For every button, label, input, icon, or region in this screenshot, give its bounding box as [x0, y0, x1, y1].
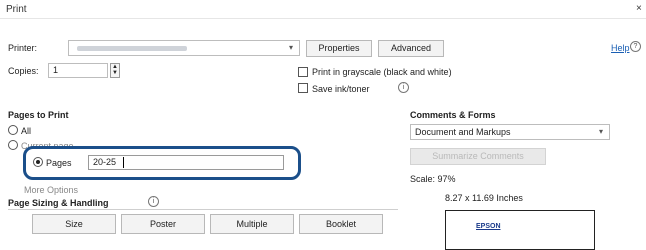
properties-button[interactable]: Properties: [306, 40, 372, 57]
save-ink-label: Save ink/toner: [312, 84, 370, 94]
all-pages-radio[interactable]: [8, 125, 18, 135]
info-icon[interactable]: i: [148, 196, 159, 207]
properties-label: Properties: [318, 43, 360, 53]
copies-input[interactable]: 1: [48, 63, 108, 78]
printer-select[interactable]: ▾: [68, 40, 300, 56]
chevron-down-icon: ▾: [598, 127, 603, 136]
multiple-button[interactable]: Multiple: [210, 214, 294, 234]
comments-forms-value: Document and Markups: [415, 127, 511, 137]
window-title: Print: [6, 4, 27, 15]
pages-input-value: 20-25: [93, 157, 117, 167]
poster-button[interactable]: Poster: [121, 214, 205, 234]
comments-forms-select[interactable]: Document and Markups ▾: [410, 124, 610, 140]
info-icon[interactable]: i: [398, 82, 409, 93]
booklet-button[interactable]: Booklet: [299, 214, 383, 234]
grayscale-label: Print in grayscale (black and white): [312, 67, 452, 77]
text-caret: [123, 157, 124, 168]
comments-forms-heading: Comments & Forms: [410, 110, 496, 120]
title-bar: [0, 0, 646, 19]
copies-stepper[interactable]: ▲ ▼: [110, 63, 120, 78]
pages-label: Pages: [46, 158, 72, 168]
scale-label: Scale: 97%: [410, 174, 456, 184]
more-options-toggle[interactable]: More Options: [24, 185, 78, 195]
chevron-down-icon: ▾: [288, 43, 293, 52]
advanced-button[interactable]: Advanced: [378, 40, 444, 57]
print-preview: EPSON: [445, 210, 595, 250]
grayscale-checkbox[interactable]: [298, 67, 308, 77]
printer-label: Printer:: [8, 43, 38, 53]
help-icon[interactable]: ?: [630, 41, 641, 52]
copies-label: Copies:: [8, 66, 39, 76]
advanced-label: Advanced: [390, 43, 432, 53]
current-page-radio[interactable]: [8, 140, 18, 150]
all-pages-label: All: [21, 126, 32, 136]
preview-logo: EPSON: [476, 223, 501, 230]
pages-radio[interactable]: [33, 157, 43, 167]
page-sizing-heading: Page Sizing & Handling: [8, 198, 109, 208]
save-ink-checkbox[interactable]: [298, 83, 308, 93]
pages-to-print-heading: Pages to Print: [8, 110, 69, 120]
close-icon[interactable]: ×: [636, 3, 642, 14]
summarize-comments-button[interactable]: Summarize Comments: [410, 148, 546, 165]
printer-name-blurred: [77, 46, 187, 51]
divider: [8, 209, 398, 210]
radio-dot: [36, 160, 40, 164]
help-link[interactable]: Help: [611, 43, 630, 53]
size-button[interactable]: Size: [32, 214, 116, 234]
pages-input[interactable]: 20-25: [88, 155, 284, 170]
paper-size-label: 8.27 x 11.69 Inches: [445, 193, 523, 203]
